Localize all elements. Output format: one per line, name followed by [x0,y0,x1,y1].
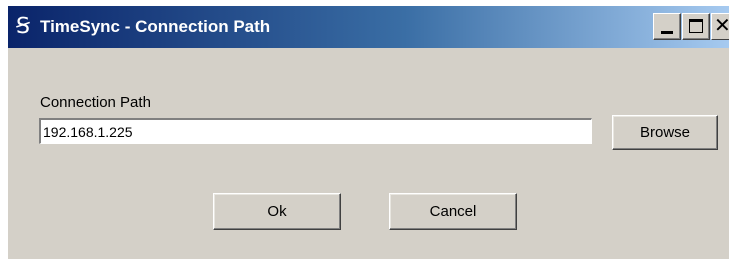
close-icon: ✕ [714,14,729,39]
connection-path-label: Connection Path [40,94,151,111]
cancel-button[interactable]: Cancel [389,193,517,230]
ok-button[interactable]: Ok [213,193,341,230]
window-title: TimeSync - Connection Path [40,17,271,36]
maximize-button[interactable] [682,13,710,40]
browse-button[interactable]: Browse [612,115,718,150]
connection-path-input[interactable] [39,118,592,144]
maximize-icon [689,19,703,33]
dialog-window: Ꞩ TimeSync - Connection Path ✕ Connectio… [8,6,729,259]
minimize-icon [661,31,673,34]
timesync-app-icon[interactable]: Ꞩ [12,14,34,40]
minimize-button[interactable] [653,13,681,40]
title-bar[interactable]: Ꞩ TimeSync - Connection Path ✕ [8,6,729,48]
close-button[interactable]: ✕ [711,13,729,40]
